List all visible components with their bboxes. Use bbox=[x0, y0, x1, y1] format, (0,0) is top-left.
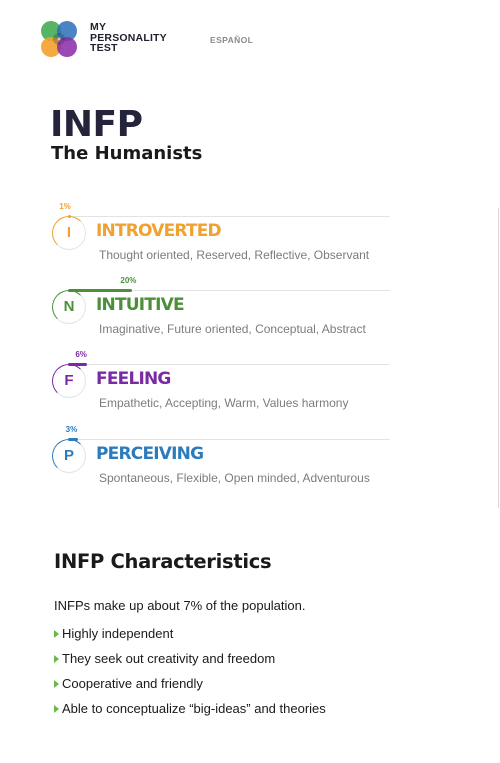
brand-line-1: MY bbox=[90, 21, 107, 33]
trait-description: Empathetic, Accepting, Warm, Values harm… bbox=[99, 396, 349, 410]
trait-description: Thought oriented, Reserved, Reflective, … bbox=[99, 248, 370, 262]
scrollbar[interactable] bbox=[498, 208, 499, 508]
bullet-arrow-icon bbox=[54, 680, 59, 688]
bullet-arrow-icon bbox=[54, 705, 59, 713]
trait-feeling: 6% F FEELING Empathetic, Accepting, Warm… bbox=[52, 350, 392, 424]
language-link[interactable]: ESPAÑOL bbox=[210, 35, 253, 45]
list-item: They seek out creativity and freedom bbox=[54, 651, 326, 676]
trait-introverted: 1% I INTROVERTED Thought oriented, Reser… bbox=[52, 202, 392, 276]
list-item: Cooperative and friendly bbox=[54, 676, 326, 701]
type-name: The Humanists bbox=[51, 143, 203, 164]
trait-track bbox=[68, 216, 390, 217]
trait-name: FEELING bbox=[96, 369, 171, 389]
characteristics-list: Highly independent They seek out creativ… bbox=[54, 626, 326, 726]
logo-icon[interactable] bbox=[38, 18, 80, 60]
trait-letter: I bbox=[66, 224, 72, 241]
trait-description: Imaginative, Future oriented, Conceptual… bbox=[99, 322, 366, 336]
list-item-text: Highly independent bbox=[62, 626, 174, 641]
list-item: Highly independent bbox=[54, 626, 326, 651]
trait-percent: 6% bbox=[75, 350, 87, 359]
bullet-arrow-icon bbox=[54, 655, 59, 663]
list-item-text: They seek out creativity and freedom bbox=[62, 651, 276, 666]
trait-letter: F bbox=[64, 372, 74, 389]
bullet-arrow-icon bbox=[54, 630, 59, 638]
trait-percent: 20% bbox=[120, 276, 137, 285]
brand-name[interactable]: MY PERSONALITY TEST bbox=[90, 22, 167, 54]
trait-percent: 3% bbox=[65, 425, 78, 434]
type-code: INFP bbox=[50, 104, 143, 145]
site-header: MY PERSONALITY TEST ESPAÑOL bbox=[38, 18, 478, 62]
characteristics-title: INFP Characteristics bbox=[54, 550, 272, 573]
trait-percent: 1% bbox=[59, 202, 71, 211]
trait-name: INTUITIVE bbox=[96, 295, 185, 315]
trait-intuitive: 20% N INTUITIVE Imaginative, Future orie… bbox=[52, 276, 392, 350]
trait-name: PERCEIVING bbox=[96, 444, 204, 464]
trait-perceiving: 3% P PERCEIVING Spontaneous, Flexible, O… bbox=[52, 425, 392, 499]
trait-track bbox=[68, 364, 390, 365]
list-item-text: Cooperative and friendly bbox=[62, 676, 203, 691]
list-item: Able to conceptualize “big-ideas” and th… bbox=[54, 701, 326, 726]
characteristics-intro: INFPs make up about 7% of the population… bbox=[54, 598, 306, 613]
brand-line-3: TEST bbox=[90, 42, 118, 54]
trait-name: INTROVERTED bbox=[96, 221, 222, 241]
trait-letter: P bbox=[63, 447, 74, 464]
trait-description: Spontaneous, Flexible, Open minded, Adve… bbox=[99, 471, 370, 485]
trait-track bbox=[68, 439, 390, 440]
list-item-text: Able to conceptualize “big-ideas” and th… bbox=[62, 701, 326, 716]
trait-letter: N bbox=[63, 298, 75, 315]
